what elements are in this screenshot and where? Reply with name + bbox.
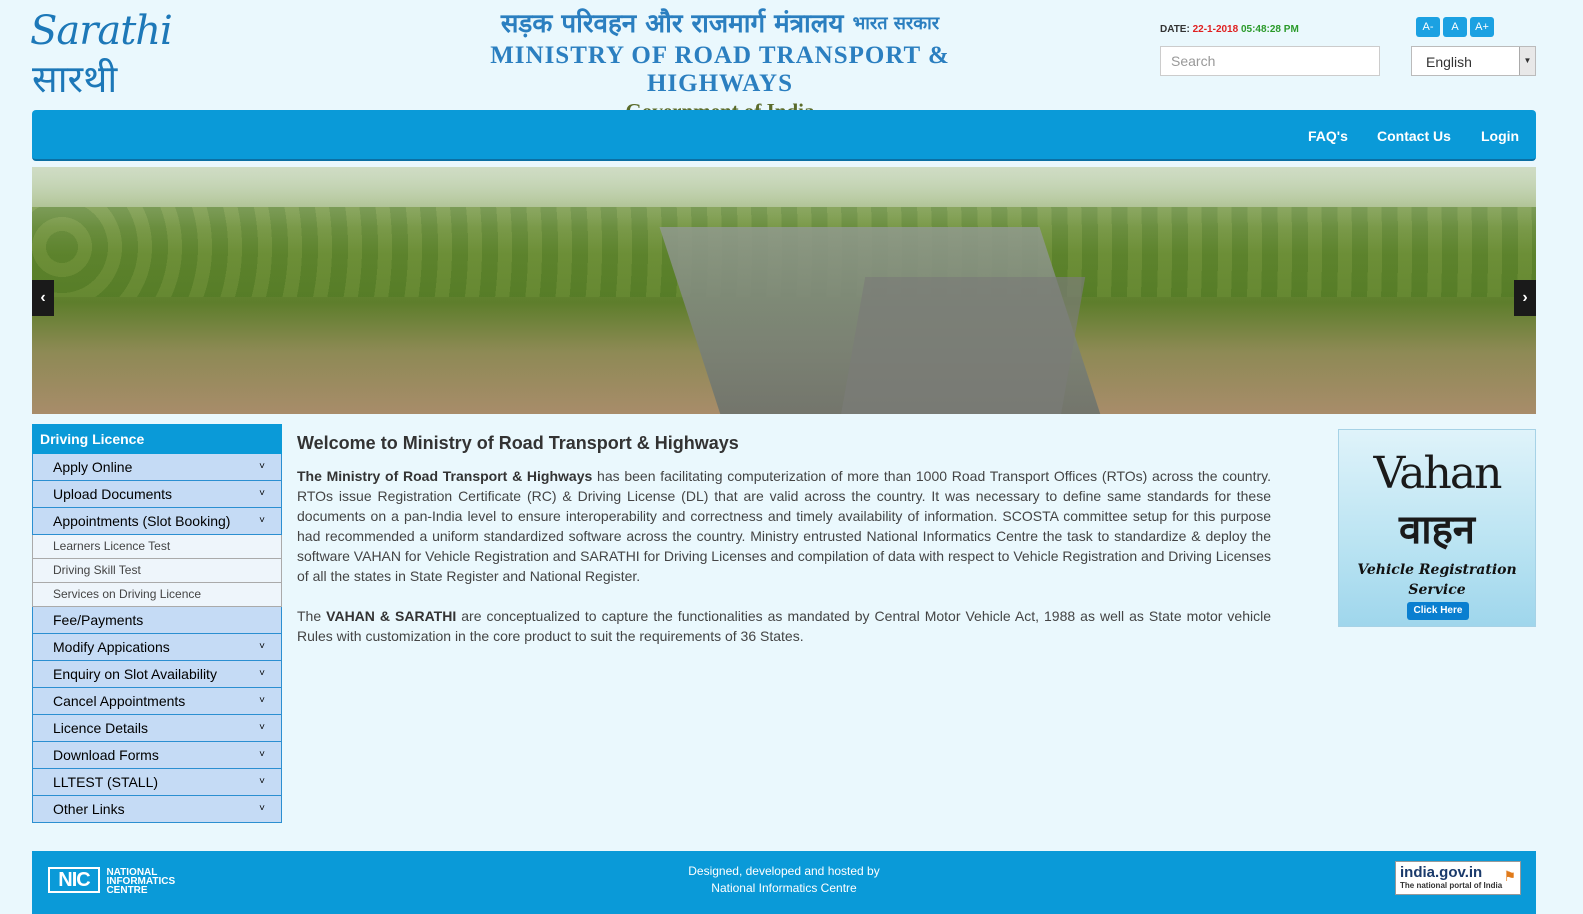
chevron-down-icon: ˅ [259, 695, 265, 706]
font-decrease-button[interactable]: A- [1416, 17, 1440, 37]
ministry-hindi-sub: भारत सरकार [852, 13, 940, 34]
sarathi-logo[interactable]: Sarathi सारथी [30, 8, 173, 101]
sidebar-item-appointments[interactable]: Appointments (Slot Booking) ˅ [32, 508, 282, 535]
vahan-title-en: Vahan [1373, 448, 1503, 499]
chevron-down-icon: ˅ [259, 461, 265, 472]
nav-login[interactable]: Login [1481, 128, 1519, 144]
sidebar: Driving Licence Apply Online ˅ Upload Do… [32, 424, 282, 823]
dropdown-arrow-icon: ▼ [1519, 47, 1535, 75]
carousel-next-button[interactable]: › [1514, 280, 1536, 316]
nic-logo[interactable]: NIC NATIONAL INFORMATICS CENTRE [48, 867, 175, 896]
chevron-down-icon: ˅ [259, 803, 265, 814]
vahan-ad-banner[interactable]: Vahan वाहन Vehicle Registration Service … [1338, 429, 1536, 627]
sidebar-item-cancel-appointments[interactable]: Cancel Appointments ˅ [32, 688, 282, 715]
header: Sarathi सारथी सड़क परिवहन और राजमार्ग मं… [0, 0, 1583, 123]
ministry-title: सड़क परिवहन और राजमार्ग मंत्रालय भारत सर… [440, 6, 1000, 124]
india-gov-logo[interactable]: india.gov.in The national portal of Indi… [1395, 861, 1521, 895]
date-value: 22-1-2018 [1192, 24, 1239, 35]
sidebar-subitem-driving-skill-test[interactable]: Driving Skill Test [32, 559, 282, 583]
font-increase-button[interactable]: A+ [1470, 17, 1494, 37]
language-select[interactable]: English ▼ [1411, 46, 1536, 76]
vahan-title-hi: वाहन [1398, 507, 1476, 553]
sidebar-item-other-links[interactable]: Other Links ˅ [32, 796, 282, 823]
chevron-down-icon: ˅ [259, 668, 265, 679]
chevron-down-icon: ˅ [259, 776, 265, 787]
font-normal-button[interactable]: A [1443, 17, 1467, 37]
sidebar-item-upload-documents[interactable]: Upload Documents ˅ [32, 481, 282, 508]
flag-icon: ⚑ [1503, 868, 1516, 884]
banner-carousel [32, 167, 1536, 414]
sidebar-item-fee-payments[interactable]: Fee/Payments [32, 607, 282, 634]
time-value: 05:48:28 PM [1240, 24, 1299, 35]
sidebar-item-download-forms[interactable]: Download Forms ˅ [32, 742, 282, 769]
font-size-controls: A- A A+ [1416, 17, 1497, 37]
language-value: English [1426, 54, 1472, 70]
logo-text-hi: सारथी [32, 57, 118, 101]
date-time: DATE: 22-1-2018 05:48:28 PM [1160, 24, 1299, 35]
chevron-down-icon: ˅ [259, 641, 265, 652]
footer: NIC NATIONAL INFORMATICS CENTRE Designed… [32, 851, 1536, 914]
date-label: DATE: [1160, 24, 1190, 35]
chevron-down-icon: ˅ [259, 749, 265, 760]
main-content: Welcome to Ministry of Road Transport & … [297, 432, 1271, 666]
search-input[interactable] [1160, 46, 1380, 76]
chevron-down-icon: ˅ [259, 722, 265, 733]
sidebar-item-lltest-stall[interactable]: LLTEST (STALL) ˅ [32, 769, 282, 796]
nic-logo-mark: NIC [48, 867, 100, 893]
page-title: Welcome to Ministry of Road Transport & … [297, 433, 739, 453]
logo-text-en: Sarathi [30, 8, 173, 54]
sidebar-item-enquiry-slot[interactable]: Enquiry on Slot Availability ˅ [32, 661, 282, 688]
footer-credit: Designed, developed and hosted by Nation… [688, 864, 880, 895]
navbar: FAQ's Contact Us Login [32, 110, 1536, 161]
vahan-click-here-button[interactable]: Click Here [1407, 602, 1469, 620]
chevron-down-icon: ˅ [259, 515, 265, 526]
ministry-english: MINISTRY OF ROAD TRANSPORT & HIGHWAYS [490, 42, 950, 97]
intro-paragraph: The Ministry of Road Transport & Highway… [297, 468, 1271, 584]
sidebar-subitem-services-on-dl[interactable]: Services on Driving Licence [32, 583, 282, 607]
sidebar-title: Driving Licence [32, 424, 282, 454]
sidebar-item-licence-details[interactable]: Licence Details ˅ [32, 715, 282, 742]
nav-contact-us[interactable]: Contact Us [1377, 128, 1451, 144]
vahan-subtitle: Vehicle Registration Service [1357, 562, 1517, 598]
sidebar-item-modify-applications[interactable]: Modify Appications ˅ [32, 634, 282, 661]
ministry-hindi: सड़क परिवहन और राजमार्ग मंत्रालय [500, 9, 844, 39]
chevron-down-icon: ˅ [259, 488, 265, 499]
sidebar-item-apply-online[interactable]: Apply Online ˅ [32, 454, 282, 481]
nav-faqs[interactable]: FAQ's [1308, 128, 1348, 144]
carousel-prev-button[interactable]: ‹ [32, 280, 54, 316]
sidebar-subitem-learners-licence-test[interactable]: Learners Licence Test [32, 535, 282, 559]
vahan-sarathi-paragraph: The VAHAN & SARATHI are conceptualized t… [297, 608, 1272, 644]
